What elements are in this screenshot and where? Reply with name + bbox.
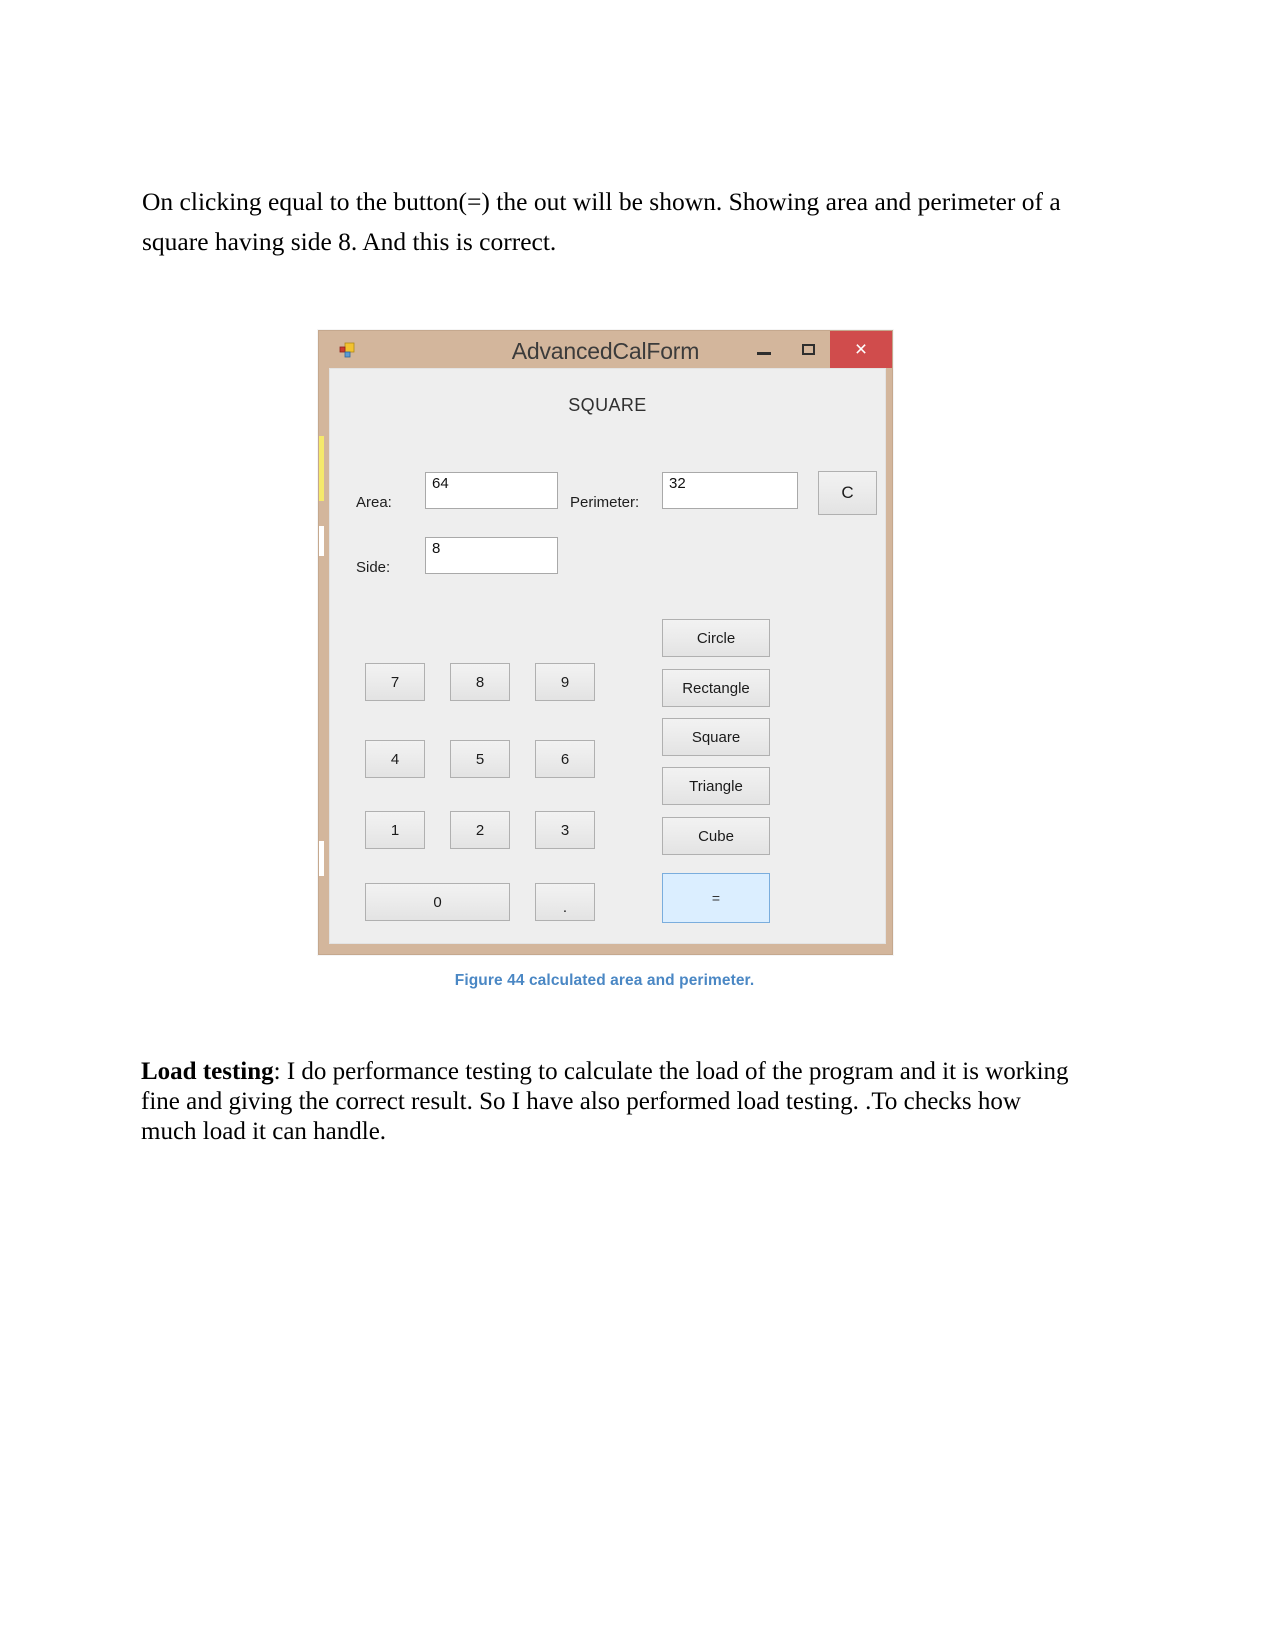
keypad-button-decimal[interactable]: . <box>535 883 595 921</box>
side-input[interactable]: 8 <box>425 537 558 574</box>
side-label: Side: <box>356 559 391 576</box>
intro-paragraph: On clicking equal to the button(=) the o… <box>142 187 1061 256</box>
shape-button-cube[interactable]: Cube <box>662 817 770 855</box>
shape-button-circle[interactable]: Circle <box>662 619 770 657</box>
edge-artifact-white-2 <box>319 841 324 876</box>
form-client-area: SQUARE Area: 64 Perimeter: 32 C Side: 8 … <box>329 368 886 944</box>
keypad-button-3[interactable]: 3 <box>535 811 595 849</box>
perimeter-input[interactable]: 32 <box>662 472 798 509</box>
keypad-button-6[interactable]: 6 <box>535 740 595 778</box>
keypad-button-7[interactable]: 7 <box>365 663 425 701</box>
load-testing-label: Load testing <box>141 1058 274 1085</box>
figure-caption: Figure 44 calculated area and perimeter. <box>454 972 755 989</box>
shape-button-triangle[interactable]: Triangle <box>662 767 770 805</box>
equals-button[interactable]: = <box>662 873 770 923</box>
keypad-button-9[interactable]: 9 <box>535 663 595 701</box>
keypad-button-2[interactable]: 2 <box>450 811 510 849</box>
area-label: Area: <box>356 494 392 511</box>
maximize-icon <box>801 344 815 355</box>
title-bar[interactable]: AdvancedCalForm × <box>319 331 892 368</box>
minimize-icon <box>757 351 771 355</box>
perimeter-label: Perimeter: <box>570 494 640 511</box>
keypad-button-8[interactable]: 8 <box>450 663 510 701</box>
area-input[interactable]: 64 <box>425 472 558 509</box>
keypad-button-4[interactable]: 4 <box>365 740 425 778</box>
form-heading: SQUARE <box>568 395 647 415</box>
advanced-cal-form-window: AdvancedCalForm × SQUARE Area: 64 Perime… <box>318 330 893 955</box>
window-controls: × <box>742 331 892 368</box>
shape-button-square[interactable]: Square <box>662 718 770 756</box>
load-testing-paragraph: Load testing: I do performance testing t… <box>141 1057 1076 1147</box>
minimize-button[interactable] <box>742 331 786 368</box>
maximize-button[interactable] <box>786 331 830 368</box>
keypad-button-5[interactable]: 5 <box>450 740 510 778</box>
keypad-button-0[interactable]: 0 <box>365 883 510 921</box>
edge-artifact-white <box>319 526 324 556</box>
keypad-button-1[interactable]: 1 <box>365 811 425 849</box>
clear-button[interactable]: C <box>818 471 877 515</box>
load-testing-body: : I do performance testing to calculate … <box>141 1058 1069 1145</box>
shape-button-rectangle[interactable]: Rectangle <box>662 669 770 707</box>
document-page: On clicking equal to the button(=) the o… <box>0 0 1275 1651</box>
edge-artifact-yellow <box>319 436 324 501</box>
close-button[interactable]: × <box>830 331 892 368</box>
